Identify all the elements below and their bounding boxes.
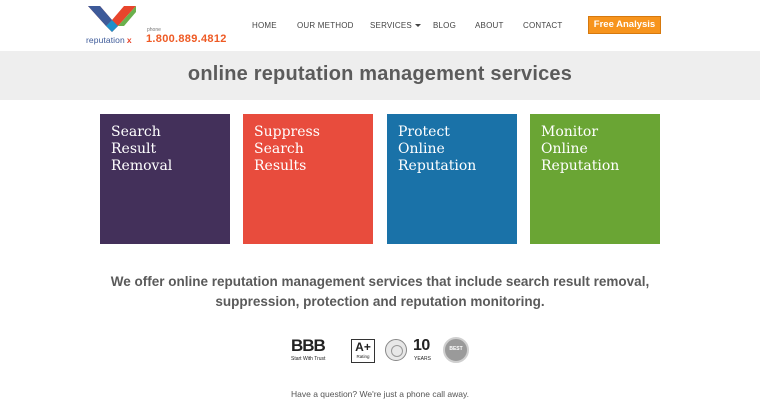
tile-line: Search: [111, 124, 161, 140]
tile-line: Removal: [111, 158, 173, 174]
tile-line: Suppress: [254, 124, 320, 140]
tile-monitor-online-reputation[interactable]: Monitor Online Reputation: [530, 114, 660, 244]
phone-number[interactable]: 1.800.889.4812: [146, 33, 227, 45]
bbb-tagline: Start With Trust: [291, 356, 326, 362]
rating-grade: A+: [355, 340, 371, 354]
nav-about[interactable]: ABOUT: [475, 21, 504, 30]
a-plus-rating-badge: A+ Rating: [351, 339, 375, 363]
tile-line: Online: [541, 141, 588, 157]
bbb-logo-icon: BBB: [291, 336, 326, 355]
tile-line: Monitor: [541, 124, 599, 140]
trust-badges: BBB Start With Trust A+ Rating 10 YEARS …: [289, 334, 473, 366]
seal-badge-icon: [385, 339, 407, 361]
site-header: reputation x phone 1.800.889.4812 HOME OU…: [0, 0, 760, 51]
logo-wordmark[interactable]: reputation x: [86, 35, 132, 45]
nav-services[interactable]: SERVICES: [370, 21, 421, 30]
tile-line: Online: [398, 141, 445, 157]
rating-label: Rating: [356, 354, 370, 359]
tile-suppress-search-results[interactable]: Suppress Search Results: [243, 114, 373, 244]
page-title: online reputation management services: [187, 63, 573, 85]
tile-line: Results: [254, 158, 307, 174]
years-number: 10: [413, 337, 430, 354]
free-analysis-button[interactable]: Free Analysis: [588, 16, 661, 34]
best-badge-icon: BEST: [443, 337, 469, 363]
tile-line: Reputation: [541, 158, 620, 174]
tile-line: Protect: [398, 124, 450, 140]
nav-our-method[interactable]: OUR METHOD: [297, 21, 354, 30]
nav-services-label: SERVICES: [370, 21, 412, 30]
tile-line: Reputation: [398, 158, 477, 174]
contact-question: Have a question? We're just a phone call…: [290, 389, 470, 399]
nav-home[interactable]: HOME: [252, 21, 277, 30]
tile-protect-online-reputation[interactable]: Protect Online Reputation: [387, 114, 517, 244]
intro-line: suppression, protection and reputation m…: [215, 294, 545, 309]
intro-line: We offer online reputation management se…: [110, 274, 650, 289]
nav-blog[interactable]: BLOG: [433, 21, 456, 30]
tile-line: Result: [111, 141, 157, 157]
nav-contact[interactable]: CONTACT: [523, 21, 562, 30]
tile-search-result-removal[interactable]: Search Result Removal: [100, 114, 230, 244]
tile-line: Search: [254, 141, 304, 157]
intro-text: We offer online reputation management se…: [80, 272, 680, 312]
caret-down-icon: [414, 24, 421, 28]
years-label: YEARS: [414, 356, 431, 362]
